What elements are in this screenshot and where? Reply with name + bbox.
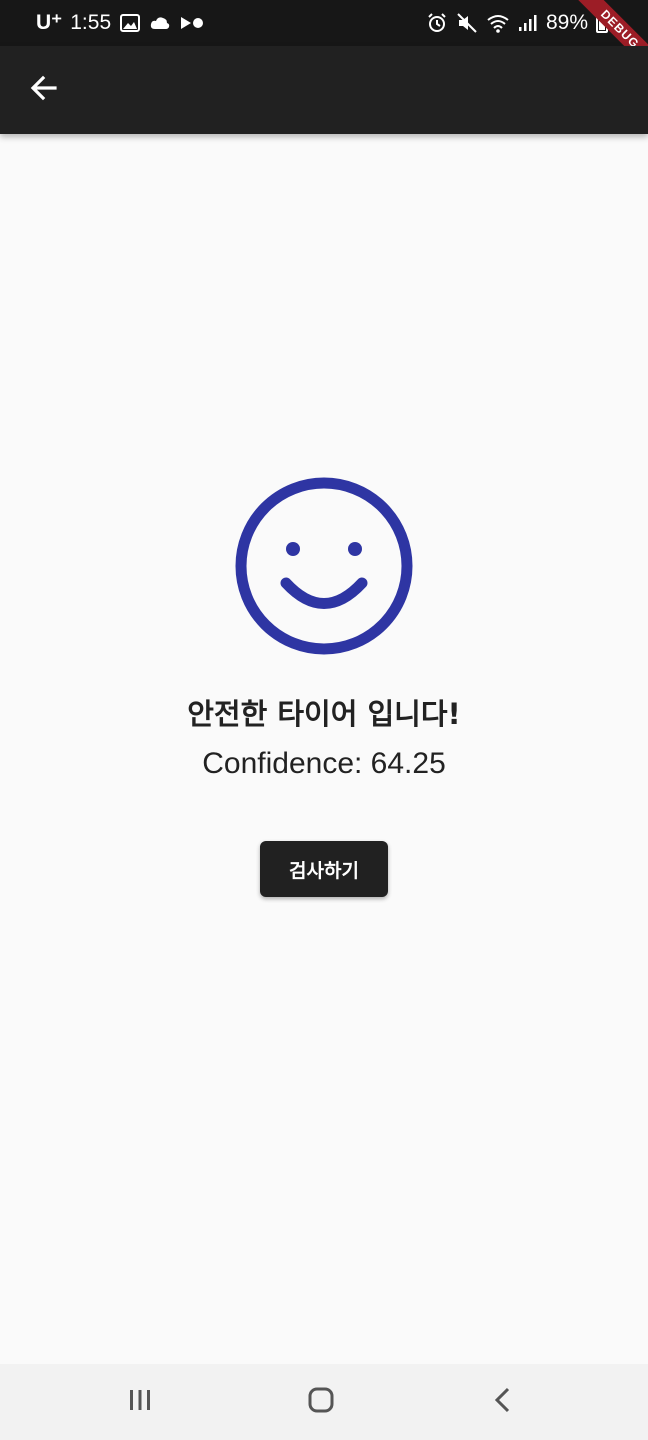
- system-back-button[interactable]: [479, 1378, 527, 1426]
- recent-apps-icon: [126, 1386, 154, 1418]
- home-button[interactable]: [297, 1378, 345, 1426]
- mute-icon: [456, 12, 478, 34]
- home-icon: [306, 1385, 336, 1419]
- arrow-back-icon: [29, 73, 59, 107]
- result-title: 안전한 타이어 입니다!: [187, 697, 461, 731]
- battery-percent: 89%: [545, 11, 588, 34]
- recent-apps-button[interactable]: [116, 1378, 164, 1426]
- image-icon: [119, 12, 141, 34]
- media-icon: [179, 12, 204, 34]
- smiley-face-icon: [232, 474, 416, 658]
- signal-icon: [516, 12, 538, 34]
- battery-icon: [596, 13, 608, 33]
- app-bar: [0, 46, 648, 134]
- wifi-icon: [486, 12, 509, 34]
- result-screen: 안전한 타이어 입니다! Confidence: 64.25 검사하기: [0, 134, 648, 1364]
- alarm-icon: [426, 12, 448, 34]
- cloud-icon: [149, 12, 171, 34]
- status-right: 89%: [426, 9, 608, 37]
- inspect-button[interactable]: 검사하기: [260, 841, 388, 897]
- status-time: 1:55: [70, 11, 112, 34]
- carrier-label: U⁺: [36, 11, 63, 34]
- status-bar: U⁺ 1:55 89%: [0, 0, 648, 46]
- status-left: U⁺ 1:55: [36, 9, 204, 37]
- back-icon: [489, 1386, 517, 1418]
- back-button[interactable]: [20, 66, 68, 114]
- confidence-value: Confidence: 64.25: [202, 747, 446, 780]
- navigation-bar: [0, 1364, 648, 1440]
